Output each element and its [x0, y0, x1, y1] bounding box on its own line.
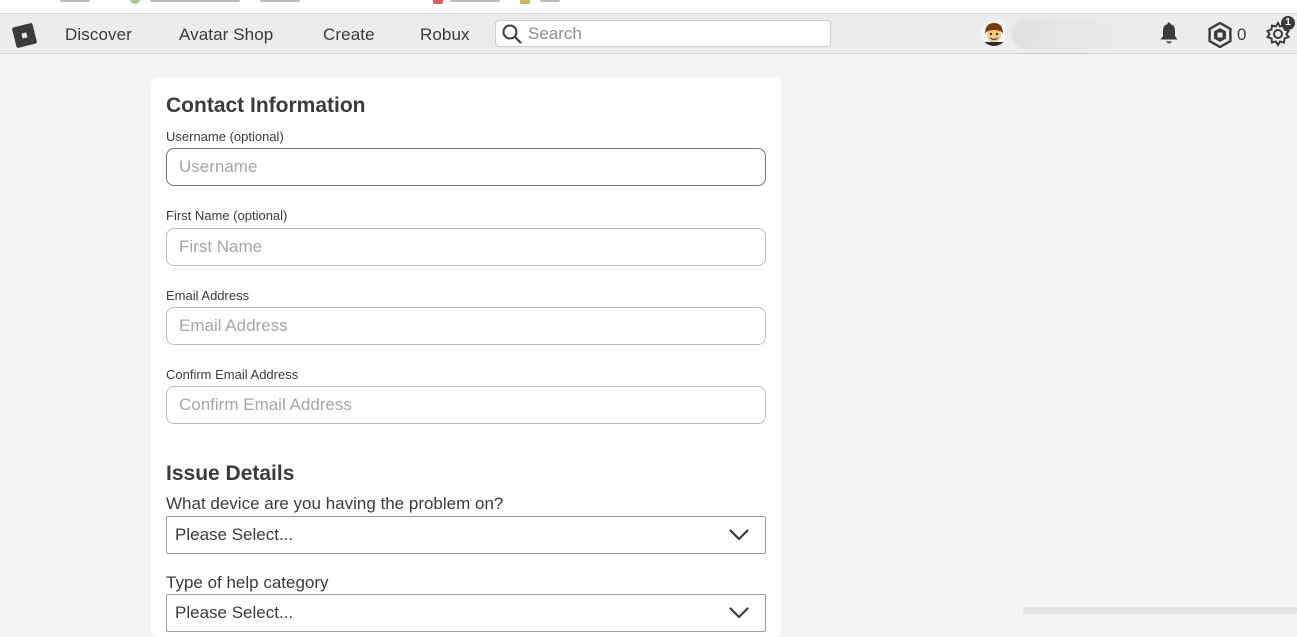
bookmark-item[interactable]: [150, 0, 240, 2]
chevron-down-icon: [729, 606, 749, 624]
confirm-email-label: Confirm Email Address: [166, 367, 299, 382]
nav-link-robux[interactable]: Robux: [420, 25, 470, 45]
top-navigation-bar: Discover Avatar Shop Create Robux Search…: [0, 14, 1297, 54]
category-select-value: Please Select...: [175, 603, 294, 622]
confirm-email-field[interactable]: [166, 386, 766, 424]
email-label: Email Address: [166, 288, 250, 303]
nav-link-create[interactable]: Create: [323, 25, 375, 45]
robux-balance: 0: [1237, 25, 1247, 44]
bookmark-item[interactable]: [540, 0, 560, 2]
email-field[interactable]: [166, 307, 766, 345]
bookmark-favicon[interactable]: [433, 0, 443, 4]
bottom-edge-panel: [1023, 607, 1297, 614]
bookmark-item[interactable]: [450, 0, 500, 2]
device-select-value: Please Select...: [175, 525, 294, 544]
bookmark-item[interactable]: [60, 0, 90, 2]
device-select[interactable]: Please Select...: [166, 516, 766, 554]
bookmark-favicon[interactable]: [520, 0, 530, 4]
avatar-icon[interactable]: [981, 20, 1007, 46]
bookmarks-bar: [0, 0, 1297, 14]
support-form-card: Contact Information Username (optional) …: [151, 77, 781, 637]
category-question-label: Type of help category: [166, 573, 329, 592]
username-label: Username (optional): [166, 129, 284, 144]
nav-link-discover[interactable]: Discover: [65, 25, 132, 45]
nav-link-avatar-shop[interactable]: Avatar Shop: [179, 25, 273, 45]
search-icon[interactable]: [502, 24, 522, 49]
notification-badge: 1: [1281, 16, 1295, 30]
chevron-down-icon: [729, 528, 749, 546]
roblox-logo-icon[interactable]: [11, 22, 38, 49]
issue-details-heading: Issue Details: [166, 462, 295, 485]
contact-information-heading: Contact Information: [166, 94, 366, 117]
bookmark-favicon[interactable]: [130, 0, 140, 4]
bookmark-item[interactable]: [260, 0, 300, 2]
first-name-field[interactable]: [166, 228, 766, 266]
username-redacted[interactable]: [1012, 19, 1130, 49]
bell-icon[interactable]: [1158, 22, 1180, 51]
username-field[interactable]: [166, 148, 766, 186]
robux-icon[interactable]: [1207, 21, 1233, 53]
first-name-label: First Name (optional): [166, 208, 288, 223]
device-question-label: What device are you having the problem o…: [166, 494, 504, 513]
search-input[interactable]: [528, 23, 818, 44]
category-select[interactable]: Please Select...: [166, 594, 766, 632]
search-box[interactable]: [495, 20, 831, 47]
